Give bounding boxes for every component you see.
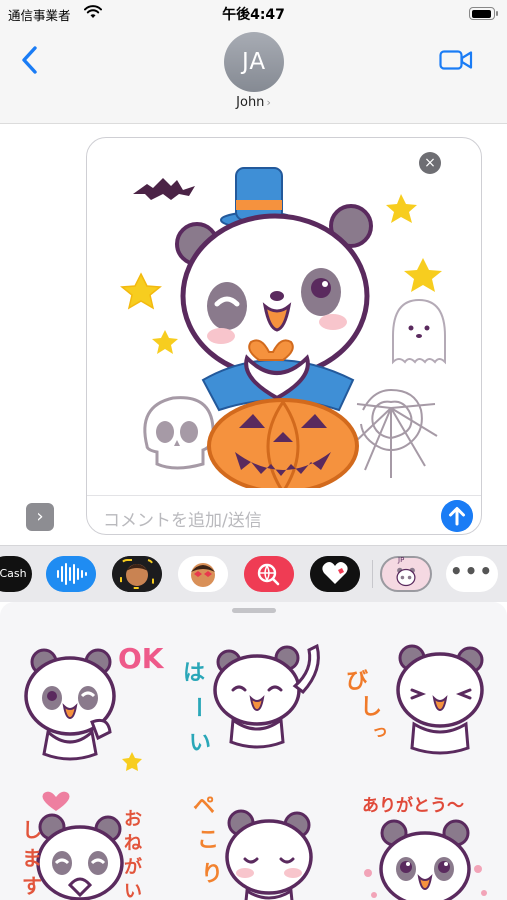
compose-divider [87,495,481,496]
panda-arigatou-sticker: ありがとう〜 [362,795,487,900]
sticker-hai-text-2: ー [185,696,210,718]
sticker-drawer: OK は ー い び し っ し ま す お ね が い ペ こ り ありがとう… [0,602,507,900]
halloween-panda-sticker[interactable] [117,146,447,488]
sticker-hai[interactable]: は ー い [169,632,338,777]
audio-message-icon[interactable] [46,556,96,592]
sticker-shimasu-text-3: す [22,874,42,898]
message-input[interactable]: コメントを追加/送信 [103,506,262,531]
more-apps-button[interactable]: ••• [446,556,498,592]
sticker-hai-text-3: い [189,731,211,756]
compose-box[interactable]: × コメントを追加/送信 [86,137,482,535]
sticker-bishi[interactable]: び し っ [338,632,507,777]
jp-panda-sticker-app-icon[interactable] [380,556,432,592]
chevron-right-icon: › [266,96,271,109]
sticker-bishi-text-2: し [360,695,382,720]
memoji-app-icon[interactable] [112,556,162,592]
status-bar: 通信事業者 午後4:47 [0,0,507,28]
jp-app-label: JP [398,556,405,564]
contact-name: John [236,95,265,110]
video-camera-icon[interactable] [439,48,473,72]
sticker-onegai[interactable]: し ま す お ね が い [0,777,169,900]
memoji-stickers-icon[interactable] [178,556,228,592]
sticker-onegai-text-1: お [124,809,142,830]
sticker-pekori-text-2: こ [197,828,219,853]
clock: 午後4:47 [222,7,285,23]
app-drawer: Cash JP ••• [0,545,507,602]
sticker-ok[interactable]: OK [0,632,169,777]
panda-onegai-sticker: し ま す お ね が い [22,791,142,900]
battery-icon [469,7,498,20]
image-search-icon[interactable] [244,556,294,592]
panda-hai-sticker: は ー い [183,643,320,756]
contact-name-button[interactable]: John › [0,95,507,110]
drawer-grabber[interactable] [232,608,276,613]
sticker-arigatou[interactable]: ありがとう〜 [338,777,507,900]
conversation-header: JA John › [0,28,507,124]
sticker-bishi-text-3: っ [372,721,388,740]
sticker-pekori[interactable]: ペ こ り [169,777,338,900]
panda-bishi-sticker: び し っ [346,644,484,755]
contact-avatar[interactable]: JA [224,32,284,92]
back-chevron-icon[interactable] [18,44,42,76]
sticker-onegai-text-3: が [124,856,142,878]
sticker-ok-text: OK [118,642,165,675]
app-drawer-divider [372,560,373,588]
sticker-onegai-text-2: ね [124,833,142,854]
panda-ok-sticker: OK [24,642,165,771]
chat-area: › × コメントを追加/送信 [0,125,507,545]
expand-apps-button[interactable]: › [26,503,54,531]
sticker-shimasu-text-1: し [22,818,42,842]
sticker-arigatou-text: ありがとう〜 [362,795,464,816]
sticker-shimasu-text-2: ま [22,846,42,870]
digital-touch-icon[interactable] [310,556,360,592]
send-arrow-up-icon[interactable] [441,500,473,532]
apple-cash-app[interactable]: Cash [0,556,32,592]
sticker-onegai-text-4: い [124,881,142,900]
messages-screen: 通信事業者 午後4:47 JA John › › × コメントを追加/送信 Ca… [0,0,507,900]
sticker-pekori-text-1: ペ [193,794,215,819]
avatar-initials: JA [241,49,267,75]
sticker-hai-text-1: は [183,661,205,686]
panda-pekori-sticker: ペ こ り [193,794,313,900]
remove-sticker-button[interactable]: × [419,152,441,174]
sticker-bishi-text-1: び [346,669,368,694]
sticker-pekori-text-3: り [201,862,223,887]
